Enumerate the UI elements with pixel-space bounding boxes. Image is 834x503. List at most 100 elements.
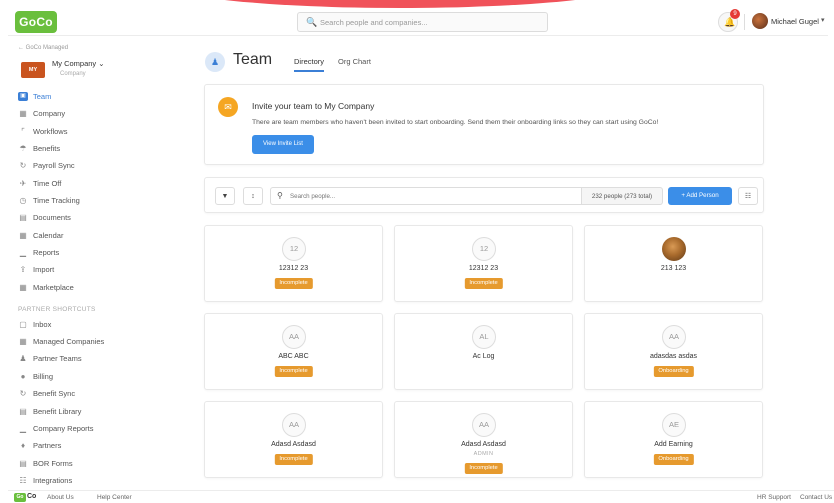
team-icon: ♟ xyxy=(205,52,225,72)
person-card[interactable]: AA ABC ABC Incomplete xyxy=(204,313,383,390)
avatar: 12 xyxy=(282,237,306,261)
top-header: GoCo 🔍 Search people and companies... 🔔 … xyxy=(0,0,834,40)
main-content: ♟ Team Directory Org Chart ✉ Invite your… xyxy=(190,40,830,490)
chart-icon: ▁ xyxy=(19,247,27,257)
company-subtitle: Company xyxy=(60,71,86,77)
person-name: 12312 23 xyxy=(278,265,309,272)
sidebar-item-time-off[interactable]: ✈ Time Off xyxy=(18,176,168,190)
people-search-input[interactable]: ⚲ Search people... xyxy=(270,187,582,205)
handshake-icon: ♦ xyxy=(20,440,26,450)
person-name: Adasd Asdasd xyxy=(461,441,506,448)
sidebar-item-company[interactable]: ▦ Company xyxy=(18,106,168,120)
store-icon: ▦ xyxy=(19,282,27,292)
directory-toolbar: ▼ ↕ ⚲ Search people... 232 people (273 t… xyxy=(204,177,764,213)
footer-link-contact[interactable]: Contact Us xyxy=(800,494,832,501)
avatar-photo xyxy=(662,237,686,261)
person-card[interactable]: AA Adasd Asdasd ADMIN Incomplete xyxy=(394,401,573,478)
company-name: My Company xyxy=(52,59,97,68)
tab-directory[interactable]: Directory xyxy=(294,57,325,72)
grid-view-button[interactable]: ☷ xyxy=(738,187,758,205)
invite-text: There are team members who haven't been … xyxy=(252,119,659,126)
sort-button[interactable]: ↕ xyxy=(243,187,263,205)
global-search-placeholder: Search people and companies... xyxy=(320,18,428,27)
sidebar-item-documents[interactable]: ▤ Documents xyxy=(18,210,168,224)
document-icon: ▤ xyxy=(19,212,27,222)
sidebar-item-payroll-sync[interactable]: ↻ Payroll Sync xyxy=(18,158,168,172)
avatar: AA xyxy=(472,413,496,437)
person-card[interactable]: 213 123 xyxy=(584,225,763,302)
status-badge: Onboarding xyxy=(653,366,694,377)
filter-button[interactable]: ▼ xyxy=(215,187,235,205)
team-icon: ▣ xyxy=(18,91,28,101)
person-card[interactable]: AE Add Earning Onboarding xyxy=(584,401,763,478)
chevron-down-icon: ⌄ xyxy=(98,59,105,68)
sidebar-item-billing[interactable]: ● Billing xyxy=(18,369,168,383)
notifications-button[interactable]: 🔔 9 xyxy=(718,9,740,32)
person-name: Add Earning xyxy=(654,441,693,448)
sidebar-item-import[interactable]: ⇪ Import xyxy=(18,262,168,276)
status-badge: Onboarding xyxy=(653,454,694,465)
building-icon: ▦ xyxy=(19,336,27,346)
sidebar-item-managed-companies[interactable]: ▦ Managed Companies xyxy=(18,334,168,348)
person-card[interactable]: 12 12312 23 Incomplete xyxy=(204,225,383,302)
filter-icon: ▼ xyxy=(221,193,229,200)
sidebar-item-bor-forms[interactable]: ▤ BOR Forms xyxy=(18,456,168,470)
global-search-input[interactable]: 🔍 Search people and companies... xyxy=(297,12,548,32)
view-invite-list-button[interactable]: View Invite List xyxy=(252,135,314,154)
team-icon: ♟ xyxy=(19,353,27,363)
sidebar-item-benefit-sync[interactable]: ↻ Benefit Sync xyxy=(18,386,168,400)
sidebar-item-time-tracking[interactable]: ◷ Time Tracking xyxy=(18,193,168,207)
sidebar-item-company-reports[interactable]: ▁ Company Reports xyxy=(18,421,168,435)
user-name[interactable]: Michael Gugel xyxy=(771,17,819,26)
sidebar-item-reports[interactable]: ▁ Reports xyxy=(18,245,168,259)
back-link[interactable]: ← GoCo Managed xyxy=(18,45,68,51)
footer-link-help[interactable]: Help Center xyxy=(97,494,132,501)
page-title: Team xyxy=(233,51,273,68)
tab-org-chart[interactable]: Org Chart xyxy=(338,57,371,70)
user-avatar[interactable] xyxy=(752,13,768,29)
sidebar-item-benefit-library[interactable]: ▤ Benefit Library xyxy=(18,404,168,418)
partner-shortcuts-label: PARTNER SHORTCUTS xyxy=(18,306,96,313)
sync-icon: ↻ xyxy=(19,388,27,398)
person-card[interactable]: AL Ac Log xyxy=(394,313,573,390)
footer: Go Co About Us Help Center HR Support Co… xyxy=(8,490,834,503)
people-search-placeholder: Search people... xyxy=(290,193,336,200)
sidebar-item-inbox[interactable]: ▢ Inbox xyxy=(18,317,168,331)
avatar: AA xyxy=(282,325,306,349)
company-logo: MY xyxy=(21,62,45,78)
chevron-down-icon[interactable]: ▾ xyxy=(821,16,825,24)
footer-link-hr-support[interactable]: HR Support xyxy=(757,494,791,501)
status-badge: Incomplete xyxy=(274,366,313,377)
sidebar-item-benefits[interactable]: ☂ Benefits xyxy=(18,141,168,155)
search-icon: 🔍 xyxy=(306,17,318,27)
footer-link-about[interactable]: About Us xyxy=(47,494,74,501)
avatar: AE xyxy=(662,413,686,437)
billing-icon: ● xyxy=(20,371,26,381)
avatar: AA xyxy=(662,325,686,349)
sync-icon: ↻ xyxy=(19,160,27,170)
person-card[interactable]: AA adasdas asdas Onboarding xyxy=(584,313,763,390)
person-card[interactable]: 12 12312 23 Incomplete xyxy=(394,225,573,302)
company-switcher[interactable]: My Company ⌄ xyxy=(52,59,105,68)
sidebar-item-marketplace[interactable]: ▦ Marketplace xyxy=(18,280,168,294)
sidebar-item-workflows[interactable]: ⌜ Workflows xyxy=(18,124,168,138)
add-person-button[interactable]: + Add Person xyxy=(668,187,732,205)
goco-logo[interactable]: GoCo xyxy=(15,11,57,33)
sidebar-item-integrations[interactable]: ☷ Integrations xyxy=(18,473,168,487)
inbox-icon: ▢ xyxy=(19,319,27,329)
grid-icon: ☷ xyxy=(744,193,752,200)
sidebar-item-partners[interactable]: ♦ Partners xyxy=(18,438,168,452)
sidebar-item-calendar[interactable]: ▦ Calendar xyxy=(18,228,168,242)
sidebar-item-team[interactable]: ▣ Team xyxy=(18,89,168,103)
person-card[interactable]: AA Adasd Asdasd Incomplete xyxy=(204,401,383,478)
envelope-icon: ✉ xyxy=(218,97,238,117)
chart-icon: ▁ xyxy=(19,423,27,433)
calendar-icon: ▦ xyxy=(19,230,27,240)
sidebar: ← GoCo Managed MY My Company ⌄ Company ▣… xyxy=(8,40,178,490)
building-icon: ▦ xyxy=(19,108,27,118)
umbrella-icon: ☂ xyxy=(19,143,27,153)
sort-icon: ↕ xyxy=(251,193,255,200)
sidebar-item-partner-teams[interactable]: ♟ Partner Teams xyxy=(18,351,168,365)
status-badge: Incomplete xyxy=(464,463,503,474)
footer-logo-text: Co xyxy=(27,493,37,500)
